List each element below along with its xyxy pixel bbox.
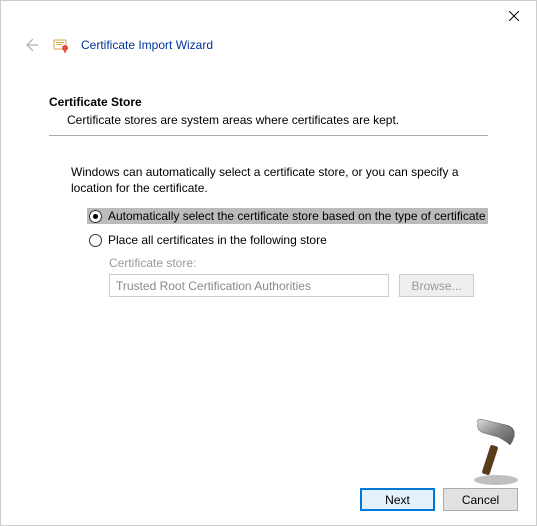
store-field-label: Certificate store: xyxy=(109,256,488,270)
next-button[interactable]: Next xyxy=(360,488,435,511)
radio-icon xyxy=(89,210,102,223)
radio-icon xyxy=(89,234,102,247)
wizard-header: Certificate Import Wizard xyxy=(1,31,536,65)
wizard-content: Certificate Store Certificate stores are… xyxy=(1,65,536,297)
certificate-store-block: Certificate store: Browse... xyxy=(109,256,488,297)
back-button[interactable] xyxy=(21,35,41,55)
divider xyxy=(49,135,488,136)
radio-manual-label: Place all certificates in the following … xyxy=(108,233,327,247)
wizard-title: Certificate Import Wizard xyxy=(81,38,213,52)
certificate-store-input xyxy=(109,274,389,297)
radio-auto-label: Automatically select the certificate sto… xyxy=(108,209,486,223)
radio-group: Automatically select the certificate sto… xyxy=(87,208,488,248)
wizard-footer: Next Cancel xyxy=(360,488,518,511)
radio-manual-select[interactable]: Place all certificates in the following … xyxy=(87,232,488,248)
section-heading: Certificate Store xyxy=(49,95,488,109)
close-button[interactable] xyxy=(491,1,536,31)
cancel-button[interactable]: Cancel xyxy=(443,488,518,511)
certificate-icon xyxy=(53,37,69,53)
intro-text: Windows can automatically select a certi… xyxy=(71,164,488,196)
hammer-watermark-icon xyxy=(466,415,526,485)
close-icon xyxy=(509,11,519,21)
back-arrow-icon xyxy=(23,37,39,53)
browse-button: Browse... xyxy=(399,274,474,297)
radio-auto-select[interactable]: Automatically select the certificate sto… xyxy=(87,208,488,224)
section-description: Certificate stores are system areas wher… xyxy=(67,113,488,127)
title-bar xyxy=(1,1,536,31)
